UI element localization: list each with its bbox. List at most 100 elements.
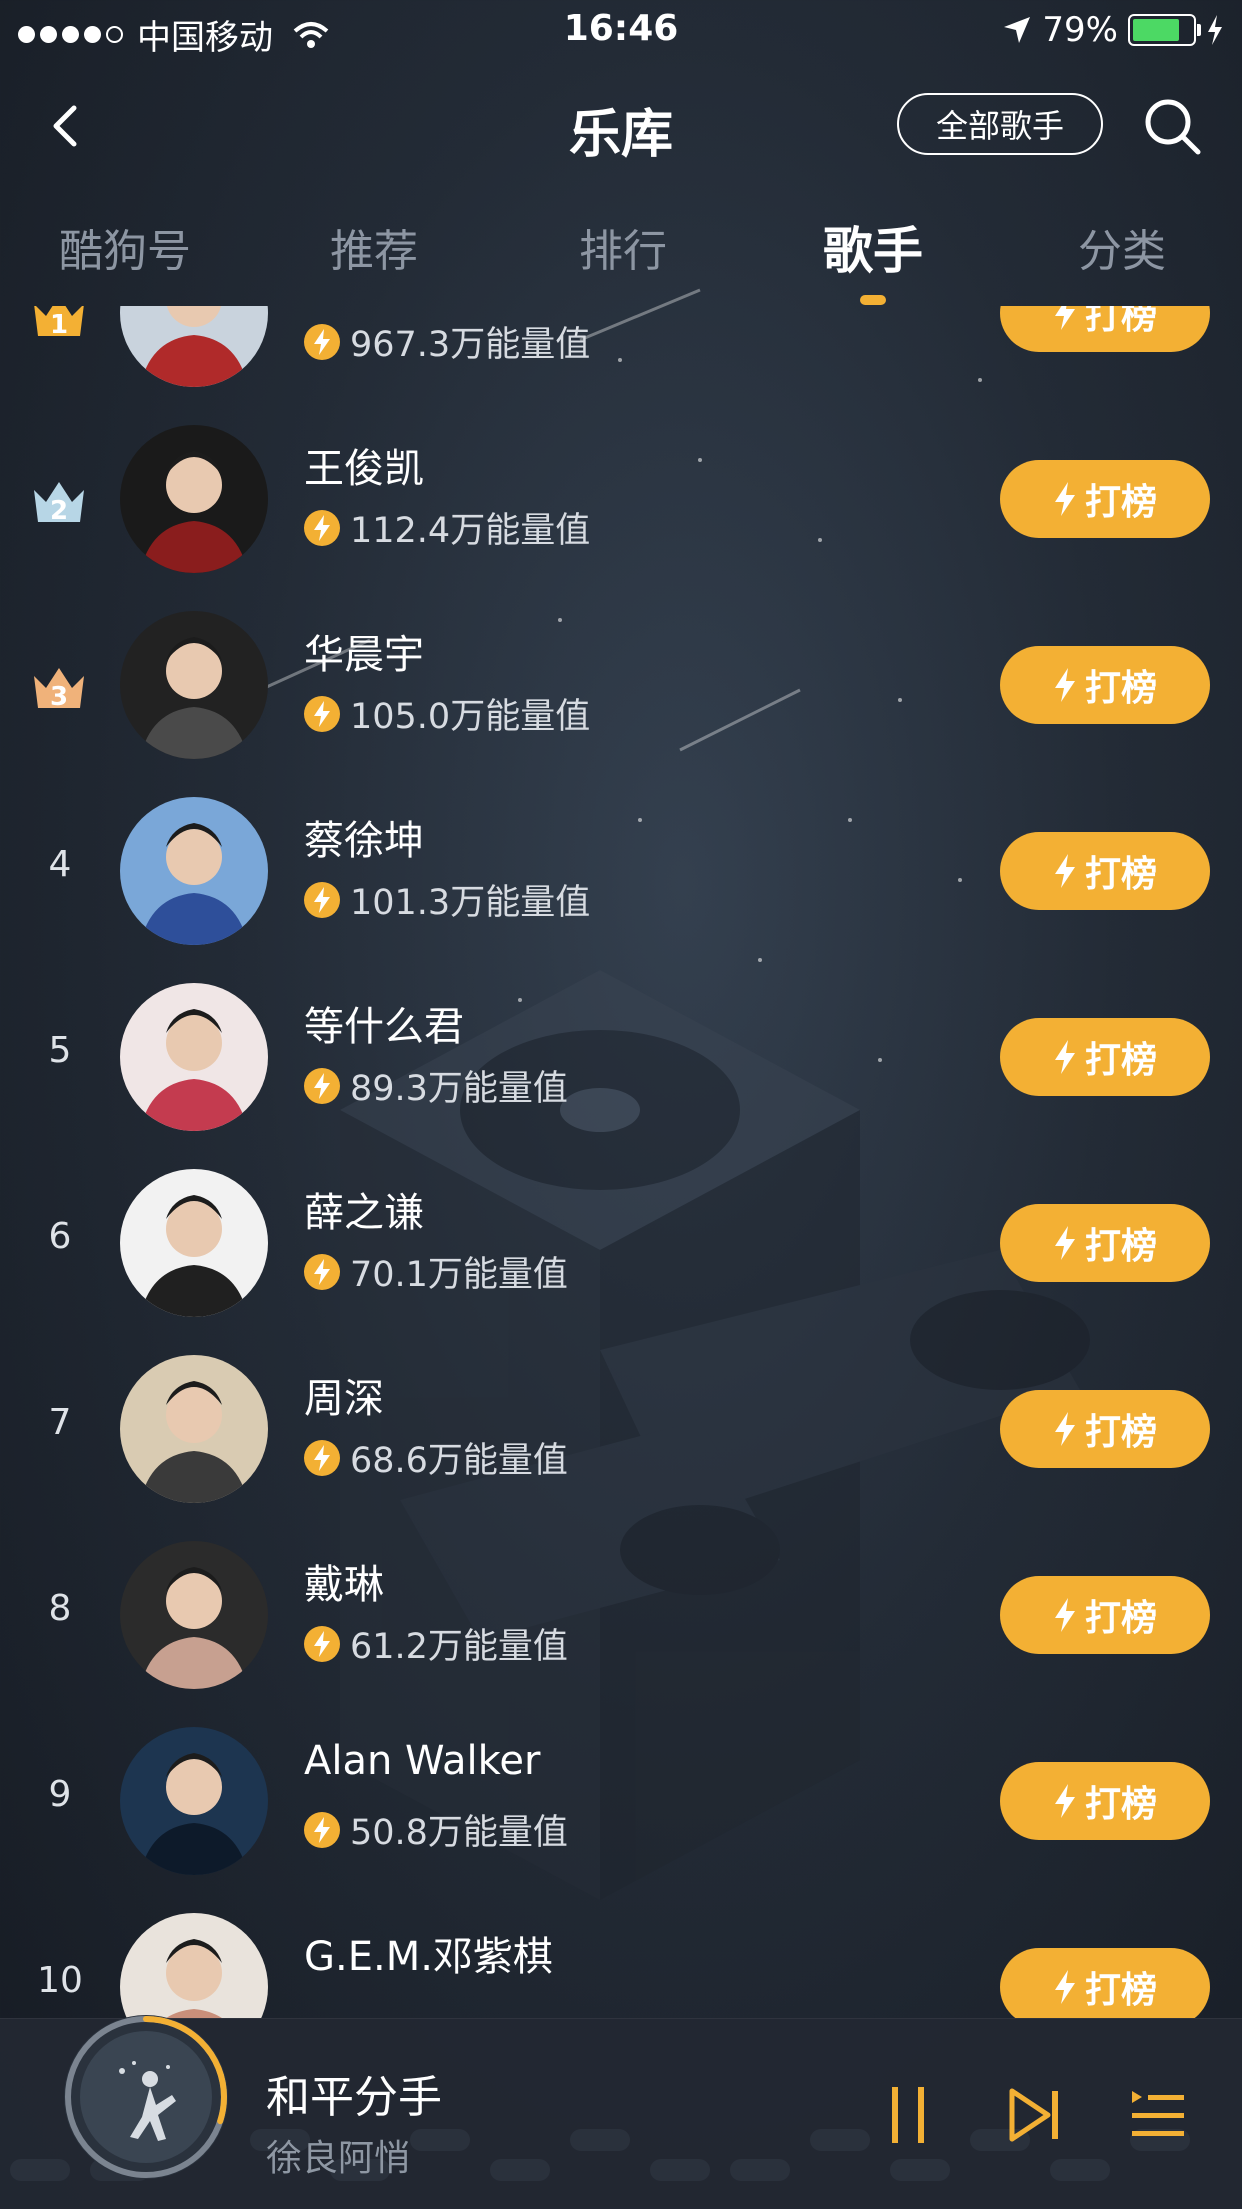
- singer-avatar[interactable]: [120, 425, 268, 573]
- vote-label: 打榜: [1084, 482, 1157, 523]
- lightning-icon: [1054, 668, 1075, 702]
- singer-row[interactable]: 3 华晨宇 105.0万能量值 打榜: [0, 592, 1242, 778]
- rank-number: 7: [48, 1402, 72, 1443]
- rank-number: 6: [48, 1216, 72, 1257]
- singer-name[interactable]: 肖战: [304, 306, 384, 308]
- vote-button[interactable]: 打榜: [1000, 1204, 1210, 1282]
- all-singers-button[interactable]: 全部歌手: [897, 93, 1103, 155]
- status-right: 79%: [1002, 10, 1224, 50]
- singer-row[interactable]: 7 周深 68.6万能量值 打榜: [0, 1336, 1242, 1522]
- singer-name[interactable]: 戴琳: [304, 1552, 384, 1610]
- singer-avatar[interactable]: [120, 1355, 268, 1503]
- tab-kugou-id[interactable]: 酷狗号: [45, 215, 205, 279]
- vote-label: 打榜: [1084, 306, 1157, 337]
- singer-row[interactable]: 6 薛之谦 70.1万能量值 打榜: [0, 1150, 1242, 1336]
- singer-row[interactable]: 2 王俊凯 112.4万能量值 打榜: [0, 406, 1242, 592]
- vote-label: 打榜: [1084, 668, 1157, 709]
- energy-value: 112.4万能量值: [304, 502, 590, 553]
- tab-category[interactable]: 分类: [1042, 215, 1202, 279]
- singer-row[interactable]: 9 Alan Walker 50.8万能量值 打榜: [0, 1708, 1242, 1894]
- playlist-icon[interactable]: [1128, 2085, 1188, 2145]
- energy-bolt-icon: [304, 323, 340, 360]
- singer-avatar[interactable]: [120, 1169, 268, 1317]
- energy-bolt-icon: [304, 695, 340, 732]
- rank-number: 5: [48, 1030, 72, 1071]
- singer-row[interactable]: 1 肖战 967.3万能量值 打榜: [0, 306, 1242, 406]
- singer-avatar[interactable]: [120, 983, 268, 1131]
- energy-text: 967.3万能量值: [350, 325, 591, 365]
- energy-bolt-icon: [304, 881, 340, 918]
- vote-button[interactable]: 打榜: [1000, 1948, 1210, 2018]
- lightning-icon: [1054, 1970, 1075, 2004]
- energy-value: 70.1万能量值: [304, 1246, 568, 1297]
- rank-number: 4: [48, 844, 72, 885]
- singer-avatar[interactable]: [120, 797, 268, 945]
- vote-label: 打榜: [1084, 1970, 1157, 2011]
- vote-button[interactable]: 打榜: [1000, 1762, 1210, 1840]
- energy-value: 61.2万能量值: [304, 1618, 568, 1669]
- singer-name[interactable]: G.E.M.邓紫棋: [304, 1924, 553, 1982]
- energy-bolt-icon: [304, 1811, 340, 1848]
- vote-button[interactable]: 打榜: [1000, 306, 1210, 352]
- singer-avatar[interactable]: [120, 611, 268, 759]
- tab-recommend[interactable]: 推荐: [294, 215, 454, 279]
- vote-button[interactable]: 打榜: [1000, 832, 1210, 910]
- energy-text: 89.3万能量值: [350, 1069, 568, 1109]
- lightning-icon: [1054, 482, 1075, 516]
- singer-row[interactable]: 10 G.E.M.邓紫棋 打榜: [0, 1894, 1242, 2018]
- lightning-icon: [1054, 1040, 1075, 1074]
- now-playing-title: 和平分手: [266, 2072, 442, 2123]
- tab-ranking[interactable]: 排行: [543, 215, 703, 279]
- singer-row[interactable]: 4 蔡徐坤 101.3万能量值 打榜: [0, 778, 1242, 964]
- singer-name[interactable]: 王俊凯: [304, 436, 424, 494]
- rank-number: 9: [48, 1774, 72, 1815]
- header: 乐库 全部歌手: [0, 80, 1242, 170]
- energy-text: 61.2万能量值: [350, 1627, 568, 1667]
- energy-value: 967.3万能量值: [304, 316, 590, 367]
- singer-name[interactable]: 蔡徐坤: [304, 808, 424, 866]
- energy-bolt-icon: [304, 509, 340, 546]
- status-bar: 中国移动 16:46 79%: [0, 0, 1242, 62]
- singer-list-content: 1 肖战 967.3万能量值 打榜 2: [0, 306, 1242, 2018]
- singer-avatar[interactable]: [120, 1727, 268, 1875]
- singer-name[interactable]: 华晨宇: [304, 622, 424, 680]
- singer-row[interactable]: 8 戴琳 61.2万能量值 打榜: [0, 1522, 1242, 1708]
- energy-value: 105.0万能量值: [304, 688, 590, 739]
- vote-button[interactable]: 打榜: [1000, 1390, 1210, 1468]
- singer-name[interactable]: Alan Walker: [304, 1738, 540, 1784]
- singer-list[interactable]: 1 肖战 967.3万能量值 打榜 2: [0, 306, 1242, 2018]
- mini-player[interactable]: 和平分手 徐良阿悄: [0, 2015, 1242, 2209]
- now-playing-artist: 徐良阿悄: [266, 2138, 411, 2179]
- energy-bolt-icon: [304, 1067, 340, 1104]
- vote-label: 打榜: [1084, 1784, 1157, 1825]
- singer-avatar[interactable]: [120, 1913, 268, 2018]
- lightning-icon: [1054, 306, 1075, 330]
- singer-avatar[interactable]: [120, 1541, 268, 1689]
- energy-value: 50.8万能量值: [304, 1804, 568, 1855]
- lightning-icon: [1054, 1412, 1075, 1446]
- singer-row[interactable]: 5 等什么君 89.3万能量值 打榜: [0, 964, 1242, 1150]
- vote-label: 打榜: [1084, 1226, 1157, 1267]
- album-art-progress-ring[interactable]: [58, 2009, 234, 2185]
- singer-name[interactable]: 周深: [304, 1366, 384, 1424]
- vote-button[interactable]: 打榜: [1000, 1576, 1210, 1654]
- energy-text: 68.6万能量值: [350, 1441, 568, 1481]
- crown-icon: 2: [30, 476, 88, 526]
- vote-label: 打榜: [1084, 1412, 1157, 1453]
- energy-text: 70.1万能量值: [350, 1255, 568, 1295]
- next-track-icon[interactable]: [1006, 2083, 1066, 2147]
- rank-number: 1: [49, 310, 69, 340]
- tab-singers[interactable]: 歌手: [793, 211, 953, 283]
- battery-icon: [1128, 14, 1201, 46]
- vote-button[interactable]: 打榜: [1000, 460, 1210, 538]
- energy-value: 68.6万能量值: [304, 1432, 568, 1483]
- singer-avatar[interactable]: [120, 306, 268, 387]
- vote-button[interactable]: 打榜: [1000, 1018, 1210, 1096]
- pause-icon[interactable]: [884, 2083, 940, 2147]
- energy-text: 50.8万能量值: [350, 1813, 568, 1853]
- singer-name[interactable]: 薛之谦: [304, 1180, 424, 1238]
- search-icon[interactable]: [1140, 94, 1204, 158]
- vote-button[interactable]: 打榜: [1000, 646, 1210, 724]
- rank-number: 10: [37, 1960, 83, 2001]
- singer-name[interactable]: 等什么君: [304, 994, 464, 1052]
